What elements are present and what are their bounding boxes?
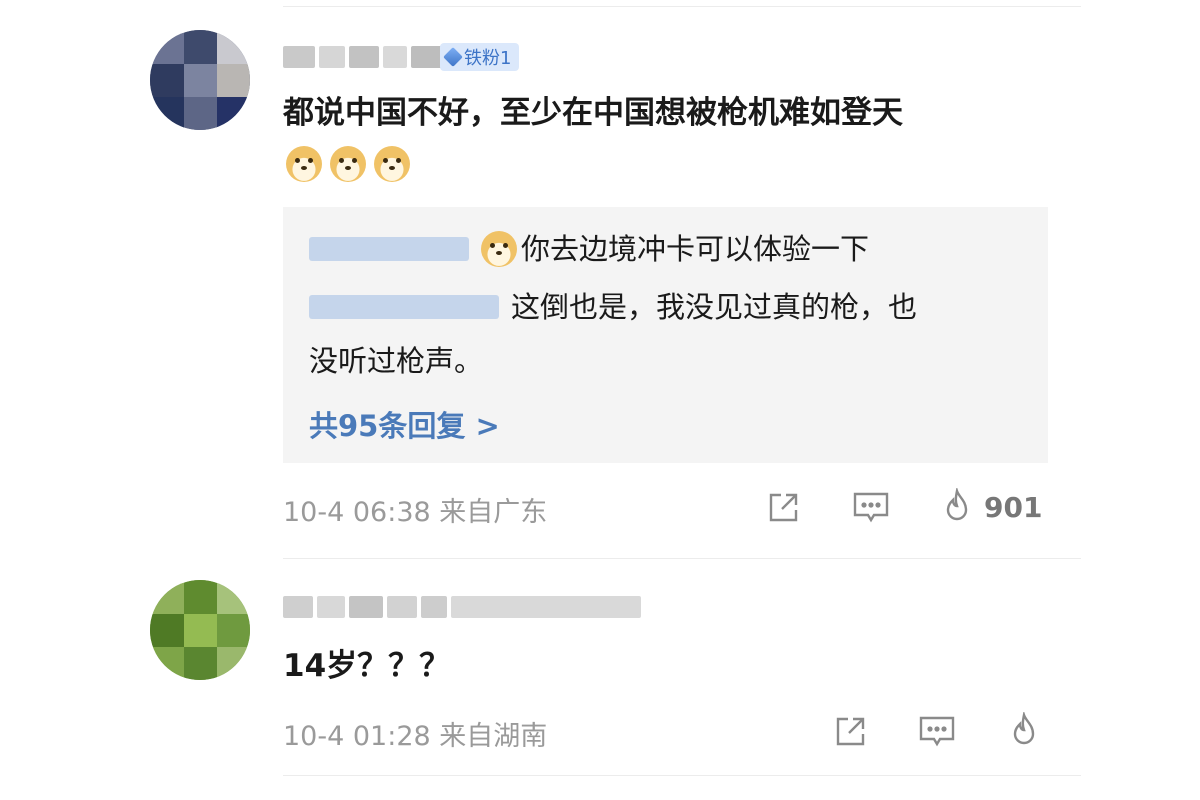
comment-button[interactable] [852,490,890,526]
badge-label: 铁粉1 [464,48,512,69]
doge-emoji-icon [286,146,322,182]
view-all-replies-link[interactable]: 共95条回复 > [309,403,500,445]
share-button[interactable] [765,490,801,526]
reply-username-blurred[interactable] [309,237,469,261]
like-button[interactable]: 901 [940,488,1042,526]
reply-item: 你去边境冲卡可以体验一下 [309,229,869,269]
reply-username-blurred[interactable] [309,295,499,319]
comment-icon [853,492,889,523]
reply-text: 这倒也是，我没见过真的枪，也 [511,290,918,324]
share-icon [769,493,798,522]
avatar[interactable] [150,580,250,680]
doge-emoji-icon [330,146,366,182]
emoji-row [286,146,410,182]
comment-timestamp: 10-4 06:38 来自广东 [283,497,548,528]
like-button[interactable] [1007,712,1041,750]
reply-item: 这倒也是，我没见过真的枪，也 [309,287,917,327]
username-blurred[interactable] [283,43,445,71]
comment-divider [283,558,1081,559]
share-icon [836,717,865,746]
reply-preview-box[interactable]: 你去边境冲卡可以体验一下 这倒也是，我没见过真的枪，也 没听过枪声。 共95条回… [283,207,1048,463]
top-divider [283,6,1081,7]
doge-emoji-icon [374,146,410,182]
bottom-divider [283,775,1081,776]
avatar[interactable] [150,30,250,130]
diamond-icon [443,47,463,67]
reply-text: 没听过枪声。 [309,344,484,378]
like-count: 901 [984,490,1043,524]
comment-icon [919,716,955,747]
reply-continuation: 没听过枪声。 [309,341,483,381]
fire-like-icon [946,488,968,521]
fan-badge[interactable]: 铁粉1 [440,43,520,71]
share-button[interactable] [832,714,868,750]
comment-button[interactable] [918,714,956,750]
username-blurred[interactable] [283,593,641,621]
comment-timestamp: 10-4 01:28 来自湖南 [283,721,548,752]
fire-like-icon [1013,712,1035,745]
comment-text: 14岁？？？ [283,648,451,684]
doge-emoji-icon [481,231,517,267]
reply-text: 你去边境冲卡可以体验一下 [521,232,870,266]
comment-text: 都说中国不好，至少在中国想被枪机难如登天 [283,95,903,131]
